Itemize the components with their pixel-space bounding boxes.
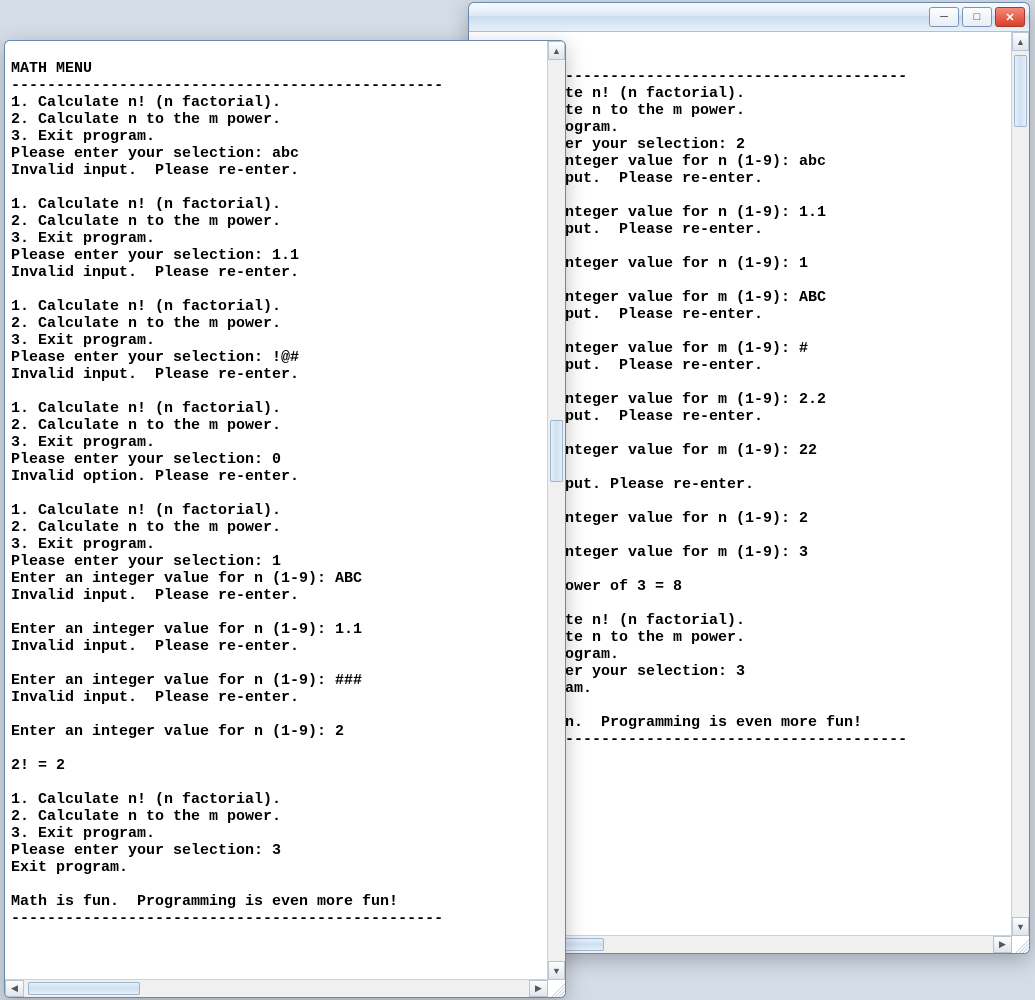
close-button[interactable]: ✕ [995, 7, 1025, 27]
console-output-left: MATH MENU ------------------------------… [5, 41, 565, 929]
horizontal-scroll-thumb[interactable] [28, 982, 140, 995]
vertical-scrollbar[interactable]: ▲ ▼ [1011, 32, 1029, 936]
vertical-scrollbar[interactable]: ▲ ▼ [547, 41, 565, 980]
console-area-left: MATH MENU ------------------------------… [5, 41, 565, 997]
maximize-icon: □ [974, 11, 981, 23]
maximize-button[interactable]: □ [962, 7, 992, 27]
scroll-right-button[interactable]: ▶ [529, 980, 548, 997]
scroll-down-button[interactable]: ▼ [548, 961, 565, 980]
titlebar[interactable]: ─ □ ✕ [469, 3, 1029, 32]
minimize-icon: ─ [940, 11, 948, 23]
vertical-scroll-track[interactable] [1012, 51, 1029, 917]
vertical-scroll-thumb[interactable] [1014, 55, 1027, 127]
vertical-scroll-thumb[interactable] [550, 420, 563, 482]
horizontal-scrollbar[interactable]: ◀ ▶ [5, 979, 548, 997]
scroll-right-button[interactable]: ▶ [993, 936, 1012, 953]
resize-grip[interactable] [1012, 936, 1029, 953]
close-icon: ✕ [1005, 11, 1014, 24]
minimize-button[interactable]: ─ [929, 7, 959, 27]
scroll-up-button[interactable]: ▲ [1012, 32, 1029, 51]
scroll-down-button[interactable]: ▼ [1012, 917, 1029, 936]
console-window-left: MATH MENU ------------------------------… [4, 40, 566, 998]
scroll-up-button[interactable]: ▲ [548, 41, 565, 60]
resize-grip[interactable] [548, 980, 565, 997]
scroll-left-button[interactable]: ◀ [5, 980, 24, 997]
horizontal-scroll-track[interactable] [24, 980, 529, 997]
vertical-scroll-track[interactable] [548, 60, 565, 961]
